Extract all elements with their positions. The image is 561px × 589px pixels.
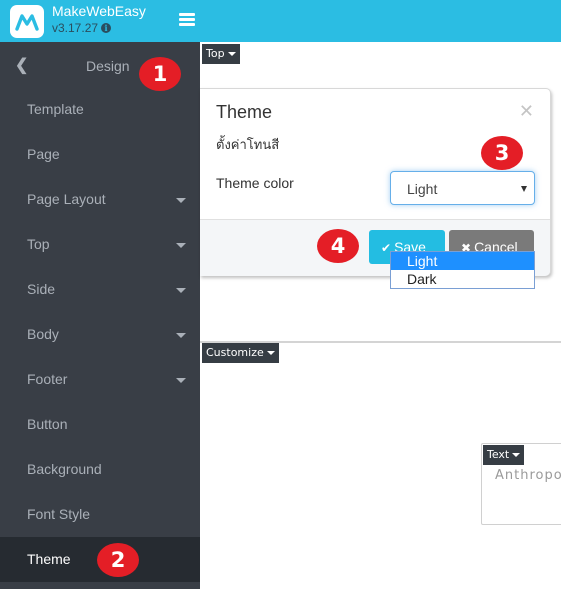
top-bar: MakeWebEasy v3.17.27 i (0, 0, 561, 42)
close-icon[interactable]: ✕ (519, 101, 534, 122)
callout-2: 2 (97, 543, 139, 577)
sidebar: ❮ Design Template Page Page Layout Top S… (0, 42, 200, 589)
app-name: MakeWebEasy (52, 3, 146, 19)
sidebar-item-template[interactable]: Template (0, 87, 200, 132)
sidebar-item-label: Page (27, 146, 60, 162)
text-widget[interactable]: Anthropol Text (481, 443, 561, 525)
chevron-left-icon[interactable]: ❮ (15, 55, 28, 75)
customize-section-tag[interactable]: Customize (202, 343, 279, 363)
sidebar-item-page[interactable]: Page (0, 132, 200, 177)
top-section-tag[interactable]: Top (202, 44, 240, 64)
hamburger-icon[interactable] (179, 13, 195, 27)
sidebar-title: Design (86, 58, 130, 74)
modal-subtitle: ตั้งค่าโทนสี (216, 138, 280, 153)
sidebar-item-body[interactable]: Body (0, 312, 200, 357)
sidebar-item-page-layout[interactable]: Page Layout (0, 177, 200, 222)
caret-down-icon (176, 378, 186, 383)
theme-modal: Theme ✕ ตั้งค่าโทนสี Theme color Light ✔… (200, 88, 551, 289)
caret-down-icon (266, 351, 275, 355)
theme-color-label: Theme color (216, 175, 294, 191)
app-version: v3.17.27 (52, 21, 99, 35)
text-widget-tag[interactable]: Text (483, 445, 525, 465)
app-version-row: v3.17.27 i (52, 21, 112, 35)
text-widget-content: Anthropol (495, 468, 561, 483)
modal-title: Theme (216, 102, 273, 122)
caret-down-icon (227, 52, 236, 56)
callout-4: 4 (317, 229, 359, 263)
sidebar-item-label: Theme (27, 551, 71, 567)
sidebar-item-label: Footer (27, 371, 68, 387)
design-canvas: Top Theme ✕ ตั้งค่าโทนสี Theme color Lig… (200, 42, 561, 589)
theme-color-select[interactable]: Light (390, 171, 535, 205)
sidebar-item-button[interactable]: Button (0, 402, 200, 447)
caret-down-icon (176, 198, 186, 203)
select-value: Light (407, 181, 438, 197)
sidebar-item-label: Font Style (27, 506, 91, 522)
tag-label: Top (206, 47, 225, 60)
sidebar-item-footer[interactable]: Footer (0, 357, 200, 402)
caret-down-icon (176, 288, 186, 293)
caret-down-icon (176, 243, 186, 248)
callout-3: 3 (481, 136, 523, 170)
sidebar-item-font-style[interactable]: Font Style (0, 492, 200, 537)
tag-label: Customize (206, 346, 264, 359)
sidebar-item-top[interactable]: Top (0, 222, 200, 267)
option-light[interactable]: Light (391, 252, 534, 270)
sidebar-item-label: Background (27, 461, 102, 477)
sidebar-item-label: Button (27, 416, 68, 432)
logo-m-icon (15, 13, 39, 31)
option-dark[interactable]: Dark (391, 270, 534, 288)
info-circle-icon[interactable]: i (101, 23, 112, 33)
sidebar-item-label: Side (27, 281, 56, 297)
caret-down-icon (512, 453, 521, 457)
theme-color-dropdown: Light Dark (390, 251, 535, 289)
sidebar-item-label: Top (27, 236, 50, 252)
caret-down-icon (176, 333, 186, 338)
tag-label: Text (487, 448, 510, 461)
sidebar-item-label: Template (27, 101, 84, 117)
sidebar-item-label: Body (27, 326, 59, 342)
callout-1: 1 (139, 57, 181, 91)
caret-down-icon (521, 186, 527, 192)
app-root: MakeWebEasy v3.17.27 i ❮ Design Template… (0, 0, 561, 589)
app-logo[interactable] (10, 5, 44, 38)
sidebar-item-label: Page Layout (27, 191, 106, 207)
sidebar-item-side[interactable]: Side (0, 267, 200, 312)
sidebar-item-background[interactable]: Background (0, 447, 200, 492)
